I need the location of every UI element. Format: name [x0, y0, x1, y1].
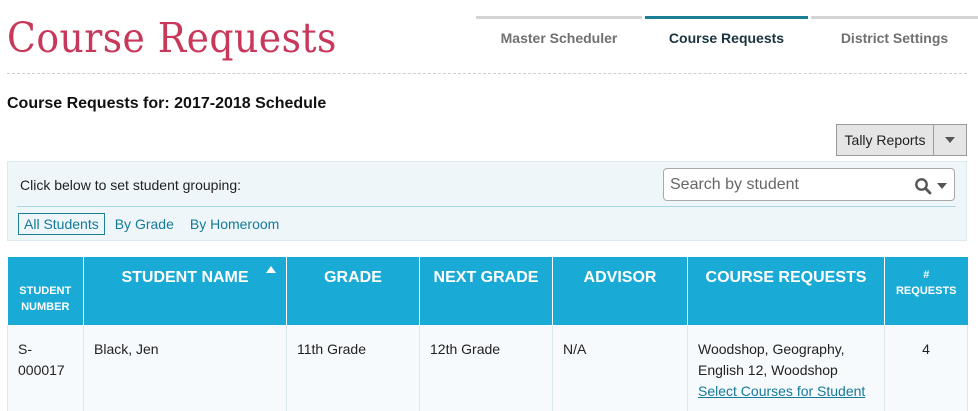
cell-next-grade: 12th Grade	[419, 325, 553, 411]
grouping-by-homeroom[interactable]: By Homeroom	[190, 216, 279, 232]
schedule-heading: Course Requests for: 2017-2018 Schedule	[7, 95, 326, 113]
table-header-row: STUDENT NUMBER STUDENT NAME GRADE NEXT G…	[7, 257, 968, 325]
schedule-heading-prefix: Course Requests for:	[7, 95, 170, 112]
grouping-all-students[interactable]: All Students	[18, 213, 105, 235]
grouping-by-grade[interactable]: By Grade	[115, 216, 174, 232]
student-search-input[interactable]	[664, 169, 904, 200]
column-header-grade[interactable]: GRADE	[286, 257, 420, 325]
table-row: S- 000017 Black, Jen 11th Grade 12th Gra…	[7, 325, 968, 411]
cell-advisor: N/A	[552, 325, 688, 411]
sort-ascending-icon	[266, 266, 276, 273]
page-title: Course Requests	[7, 14, 337, 62]
cell-request-count: 4	[884, 325, 968, 411]
grouping-divider	[17, 206, 956, 207]
column-header-next-grade[interactable]: NEXT GRADE	[419, 257, 553, 325]
column-header-course-requests[interactable]: COURSE REQUESTS	[687, 257, 885, 325]
column-header-advisor[interactable]: ADVISOR	[552, 257, 688, 325]
cell-course-requests: Woodshop, Geography, English 12, Woodsho…	[687, 325, 885, 411]
student-grouping-panel: Click below to set student grouping: All…	[7, 161, 967, 241]
cell-student-name: Black, Jen	[83, 325, 287, 411]
cell-grade: 11th Grade	[286, 325, 420, 411]
column-header-student-number[interactable]: STUDENT NUMBER	[7, 257, 84, 325]
tab-district-settings[interactable]: District Settings	[811, 16, 978, 56]
tally-reports-toggle[interactable]	[934, 125, 966, 155]
select-courses-link[interactable]: Select Courses for Student	[698, 383, 865, 399]
main-nav-tabs: Master Scheduler Course Requests Distric…	[476, 16, 978, 56]
tally-reports-dropdown: Tally Reports	[836, 124, 967, 156]
search-icon[interactable]	[914, 177, 932, 195]
search-options-caret-icon[interactable]	[937, 183, 947, 189]
course-requests-table: STUDENT NUMBER STUDENT NAME GRADE NEXT G…	[7, 257, 968, 411]
grouping-label: Click below to set student grouping:	[20, 177, 242, 193]
header-divider	[7, 73, 967, 74]
tally-reports-button[interactable]: Tally Reports	[837, 125, 934, 155]
cell-student-number: S- 000017	[7, 325, 84, 411]
column-header-request-count[interactable]: # REQUESTS	[884, 257, 968, 325]
column-header-student-name[interactable]: STUDENT NAME	[83, 257, 287, 325]
student-search-box	[663, 168, 955, 201]
schedule-heading-name: 2017-2018 Schedule	[174, 95, 327, 112]
caret-down-icon	[945, 137, 955, 143]
tab-master-scheduler[interactable]: Master Scheduler	[476, 16, 642, 56]
grouping-options: All Students By Grade By Homeroom	[18, 213, 279, 235]
tab-course-requests[interactable]: Course Requests	[645, 16, 808, 56]
